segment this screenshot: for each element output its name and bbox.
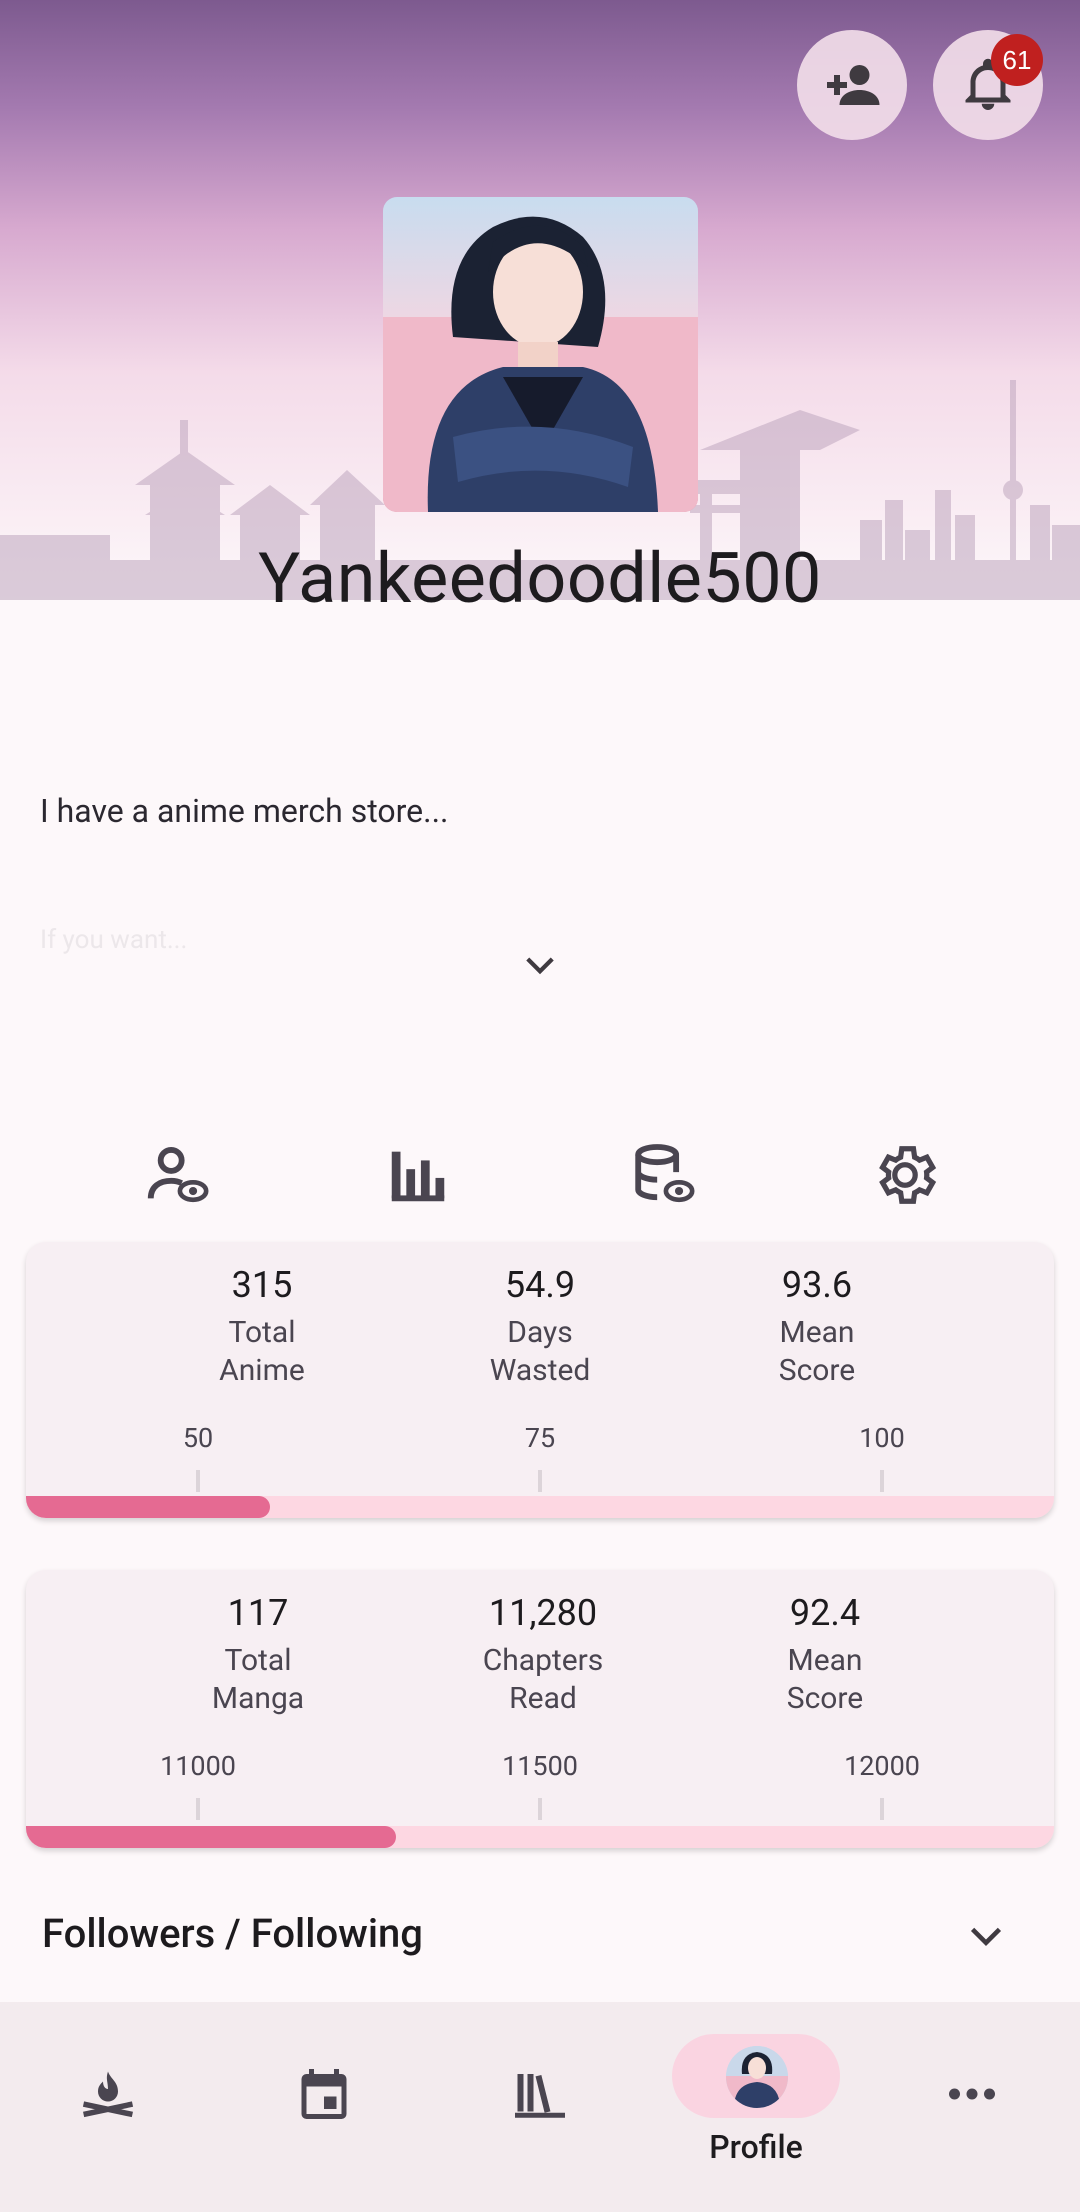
nav-item-library[interactable] — [432, 2002, 648, 2212]
profile-bio: I have a anime merch store... — [40, 792, 449, 830]
stat-label: Total Anime — [219, 1315, 305, 1388]
library-icon — [515, 2074, 565, 2118]
stat-value: 92.4 — [789, 1592, 861, 1634]
tab-watching[interactable] — [142, 1140, 212, 1210]
stat-value: 54.9 — [504, 1264, 576, 1306]
progress-tick-label: 12000 — [844, 1750, 920, 1782]
campfire-icon — [82, 2071, 134, 2118]
stat-total-manga: 117 Total Manga — [158, 1592, 358, 1718]
stat-chapters-read: 11,280 Chapters Read — [443, 1592, 643, 1718]
person-add-icon — [827, 65, 880, 105]
anime-progress-track — [26, 1496, 1054, 1518]
manga-progress-track — [26, 1826, 1054, 1848]
anime-stats-card: 315 Total Anime 54.9 Days Wasted 93.6 Me… — [26, 1242, 1054, 1518]
manga-progress-fill — [26, 1826, 397, 1848]
avatar-mini-illustration — [726, 2046, 788, 2108]
stat-mean-score: 93.6 Mean Score — [717, 1264, 917, 1390]
tab-statistics[interactable] — [383, 1140, 453, 1210]
profile-tabs — [0, 1140, 1080, 1210]
progress-tick-label: 75 — [524, 1422, 556, 1454]
followers-following-heading[interactable]: Followers / Following — [42, 1910, 423, 1957]
stat-label: Chapters Read — [482, 1643, 604, 1716]
bar-chart-icon — [391, 1151, 445, 1202]
stat-total-anime: 315 Total Anime — [162, 1264, 362, 1390]
database-watch-icon — [635, 1144, 695, 1203]
bottom-navigation — [0, 2002, 1080, 2212]
progress-tick-mark — [880, 1470, 884, 1492]
progress-tick-label: 50 — [182, 1422, 214, 1454]
notification-count-badge: 61 — [991, 34, 1043, 86]
stat-value: 315 — [231, 1264, 293, 1306]
tab-settings[interactable] — [870, 1140, 940, 1210]
stat-value: 93.6 — [781, 1264, 853, 1306]
progress-tick-label: 11500 — [502, 1750, 578, 1782]
avatar-illustration — [383, 216, 698, 512]
stat-mean-score: 92.4 Mean Score — [725, 1592, 925, 1718]
nav-item-profile-label[interactable]: Profile — [648, 2128, 864, 2166]
chevron-down-icon[interactable] — [963, 1914, 1009, 1960]
more-horizontal-icon — [949, 2088, 995, 2100]
stat-label: Mean Score — [778, 1315, 856, 1388]
expand-bio-chevron-icon[interactable] — [519, 945, 561, 987]
user-watch-icon — [147, 1147, 209, 1203]
avatar[interactable] — [726, 2046, 788, 2108]
stat-label: Mean Score — [786, 1643, 864, 1716]
profile-username: Yankeedoodle500 — [258, 538, 822, 620]
stat-label: Total Manga — [211, 1643, 305, 1716]
profile-avatar[interactable] — [383, 197, 698, 512]
calendar-icon — [301, 2069, 347, 2119]
progress-tick-mark — [196, 1798, 200, 1820]
progress-tick-mark — [538, 1470, 542, 1492]
nav-item-more[interactable] — [864, 2002, 1080, 2212]
progress-tick-label: 100 — [859, 1422, 905, 1454]
manga-stats-card: 117 Total Manga 11,280 Chapters Read 92.… — [26, 1570, 1054, 1848]
gear-icon — [879, 1146, 937, 1204]
stat-days-wasted: 54.9 Days Wasted — [440, 1264, 640, 1390]
nav-item-activity[interactable] — [0, 2002, 216, 2212]
stat-label: Days Wasted — [489, 1315, 591, 1388]
stat-value: 117 — [227, 1592, 289, 1634]
notifications-button[interactable]: 61 — [933, 30, 1043, 140]
progress-tick-label: 11000 — [160, 1750, 236, 1782]
add-friend-button[interactable] — [797, 30, 907, 140]
progress-tick-mark — [880, 1798, 884, 1820]
progress-tick-mark — [538, 1798, 542, 1820]
nav-item-calendar[interactable] — [216, 2002, 432, 2212]
progress-tick-mark — [196, 1470, 200, 1492]
anime-progress-fill — [26, 1496, 270, 1518]
profile-bio-faded: If you want... — [40, 925, 188, 955]
stat-value: 11,280 — [488, 1592, 598, 1634]
tab-database[interactable] — [628, 1140, 698, 1210]
